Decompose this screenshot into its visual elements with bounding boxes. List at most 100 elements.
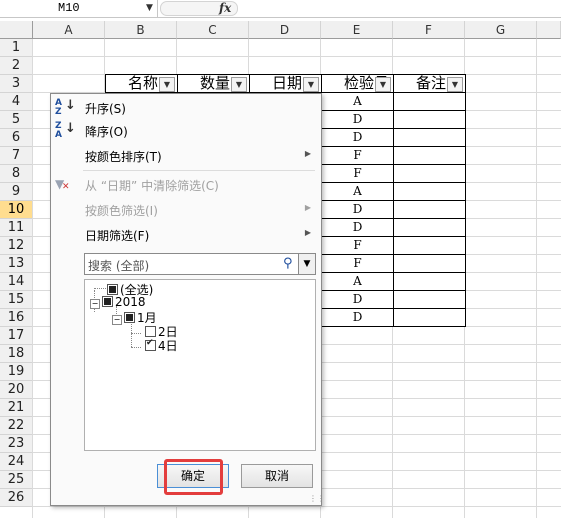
clear-filter-item[interactable]: ▼ ✕ 从 “日期” 中清除筛选(C) <box>51 174 321 196</box>
gridline <box>33 56 561 57</box>
chevron-right-icon: ▶ <box>304 149 311 158</box>
checkbox[interactable] <box>107 284 118 295</box>
filter-search-input[interactable]: 搜索 (全部) ⚲ ▼ <box>84 253 316 275</box>
select-all-corner[interactable] <box>0 21 33 39</box>
row-header-19[interactable]: 19 <box>0 363 33 381</box>
row-header-22[interactable]: 22 <box>0 417 33 435</box>
sort-descending-item[interactable]: Z A ↓ 降序(O) <box>51 120 321 142</box>
table-cell[interactable]: F <box>321 146 394 165</box>
autofilter-menu: A Z ↓ 升序(S) Z A ↓ 降序(O) 按颜色排序(T) ▶ ▼ ✕ 从 “日期”… <box>50 93 325 506</box>
checkbox[interactable] <box>102 296 113 307</box>
search-icon[interactable]: ⚲ <box>283 256 297 272</box>
column-header-g[interactable]: G <box>465 21 537 39</box>
table-cell[interactable]: D <box>321 290 394 309</box>
row-header-12[interactable]: 12 <box>0 237 33 255</box>
row-header-23[interactable]: 23 <box>0 435 33 453</box>
tree-item-year[interactable]: − 2018 <box>90 295 146 309</box>
table-cell[interactable] <box>393 272 466 291</box>
row-header-21[interactable]: 21 <box>0 399 33 417</box>
row-header-6[interactable]: 6 <box>0 129 33 147</box>
column-header-c[interactable]: C <box>177 21 249 39</box>
row-header-10[interactable]: 10 <box>0 201 33 219</box>
collapse-icon[interactable]: − <box>90 299 100 309</box>
row-header-20[interactable]: 20 <box>0 381 33 399</box>
table-cell[interactable]: F <box>321 164 394 183</box>
table-cell[interactable]: D <box>321 200 394 219</box>
table-cell[interactable]: D <box>321 110 394 129</box>
checkbox[interactable] <box>145 338 156 351</box>
tree-item-day-4[interactable]: 4日 <box>145 337 178 354</box>
filter-dropdown-icon[interactable]: ▼ <box>447 77 463 92</box>
chevron-down-icon[interactable]: ▼ <box>146 3 153 13</box>
date-filters-item[interactable]: 日期筛选(F) ▶ <box>51 224 321 246</box>
row-header-24[interactable]: 24 <box>0 453 33 471</box>
table-header-cell[interactable]: 备注 ▼ <box>393 74 466 93</box>
table-cell[interactable] <box>393 308 466 327</box>
row-header-3[interactable]: 3 <box>0 75 33 93</box>
name-box[interactable]: M10 ▼ <box>0 0 158 17</box>
chevron-down-icon[interactable]: ▼ <box>298 254 315 274</box>
table-cell[interactable]: A <box>321 182 394 201</box>
row-header-14[interactable]: 14 <box>0 273 33 291</box>
table-cell[interactable] <box>393 236 466 255</box>
sort-ascending-item[interactable]: A Z ↓ 升序(S) <box>51 97 321 119</box>
table-cell[interactable] <box>393 182 466 201</box>
row-header-8[interactable]: 8 <box>0 165 33 183</box>
column-header-b[interactable]: B <box>105 21 177 39</box>
table-cell[interactable] <box>393 200 466 219</box>
table-header-cell[interactable]: 名称 ▼ <box>105 74 178 93</box>
table-cell[interactable] <box>393 164 466 183</box>
row-header-2[interactable]: 2 <box>0 57 33 75</box>
filter-dropdown-icon[interactable]: ▼ <box>231 77 247 92</box>
column-header-e[interactable]: E <box>321 21 393 39</box>
sort-descending-icon: Z A ↓ <box>55 121 76 140</box>
row-header-11[interactable]: 11 <box>0 219 33 237</box>
table-cell[interactable] <box>393 128 466 147</box>
column-header-f[interactable]: F <box>393 21 465 39</box>
table-cell[interactable] <box>393 92 466 111</box>
table-header-cell[interactable]: 数量 ▼ <box>177 74 250 93</box>
row-header-13[interactable]: 13 <box>0 255 33 273</box>
table-header-cell[interactable]: 检验员 ▼ <box>321 74 394 93</box>
filter-dropdown-icon[interactable]: ▼ <box>375 77 391 92</box>
table-cell[interactable] <box>393 110 466 129</box>
table-cell[interactable] <box>393 218 466 237</box>
header-label: 名称 <box>128 74 159 92</box>
table-cell[interactable]: A <box>321 272 394 291</box>
row-header-5[interactable]: 5 <box>0 111 33 129</box>
checkbox[interactable] <box>145 326 156 337</box>
column-header-blank[interactable] <box>537 21 561 39</box>
row-header-25[interactable]: 25 <box>0 471 33 489</box>
insert-function-button[interactable]: fx <box>160 1 238 16</box>
row-header-15[interactable]: 15 <box>0 291 33 309</box>
filter-by-color-item[interactable]: 按颜色筛选(I) ▶ <box>51 199 321 221</box>
table-cell[interactable] <box>393 290 466 309</box>
table-cell[interactable]: D <box>321 308 394 327</box>
row-header-9[interactable]: 9 <box>0 183 33 201</box>
row-header-1[interactable]: 1 <box>0 39 33 57</box>
column-header-a[interactable]: A <box>33 21 105 39</box>
resize-grip-icon[interactable]: ⋮⋮ <box>309 494 325 504</box>
row-header-4[interactable]: 4 <box>0 93 33 111</box>
checkbox[interactable] <box>124 312 135 323</box>
row-header-7[interactable]: 7 <box>0 147 33 165</box>
column-header-d[interactable]: D <box>249 21 321 39</box>
filter-dropdown-icon[interactable]: ▼ <box>159 77 175 92</box>
cancel-button[interactable]: 取消 <box>241 464 313 488</box>
table-cell[interactable] <box>393 146 466 165</box>
table-cell[interactable]: F <box>321 254 394 273</box>
row-header-18[interactable]: 18 <box>0 345 33 363</box>
table-cell[interactable]: D <box>321 128 394 147</box>
row-header-26[interactable]: 26 <box>0 489 33 507</box>
table-cell[interactable]: D <box>321 218 394 237</box>
row-header-17[interactable]: 17 <box>0 327 33 345</box>
filter-dropdown-icon[interactable]: ▼ <box>303 77 319 92</box>
collapse-icon[interactable]: − <box>112 315 122 325</box>
table-cell[interactable] <box>393 254 466 273</box>
chevron-right-icon: ▶ <box>304 203 311 212</box>
table-header-cell[interactable]: 日期 ▼ <box>249 74 322 93</box>
table-cell[interactable]: F <box>321 236 394 255</box>
table-cell[interactable]: A <box>321 92 394 111</box>
sort-by-color-item[interactable]: 按颜色排序(T) ▶ <box>51 145 321 167</box>
row-header-16[interactable]: 16 <box>0 309 33 327</box>
